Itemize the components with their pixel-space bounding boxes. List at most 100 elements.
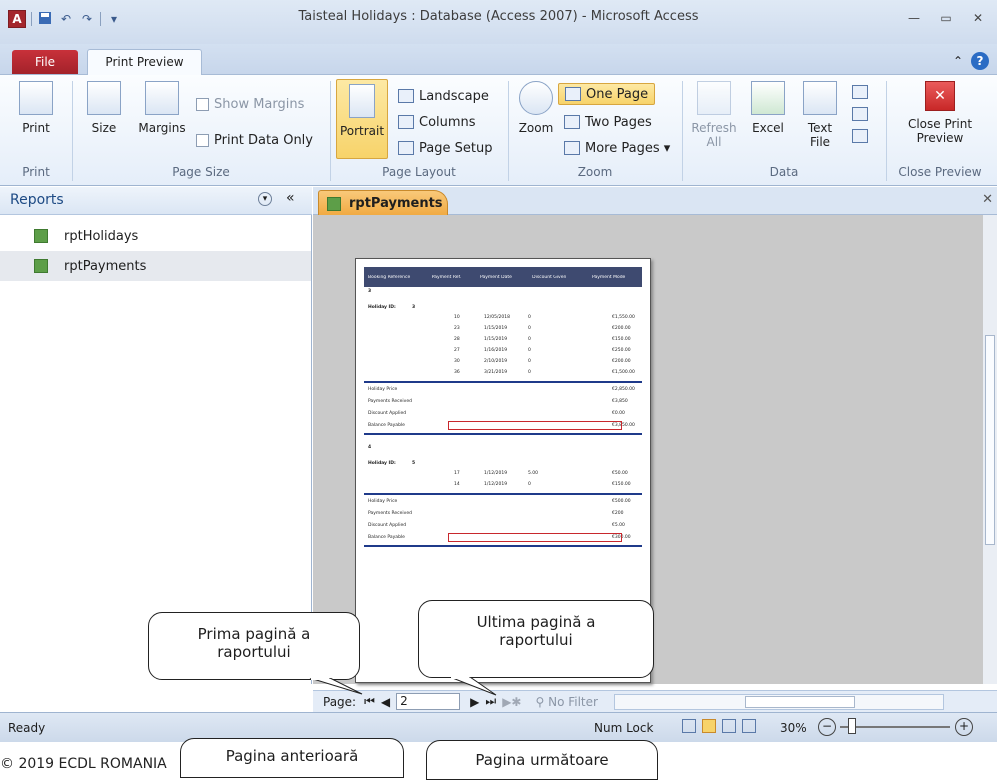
report-text: 10 [454, 315, 460, 320]
report-text: 0 [528, 359, 531, 364]
report-view-icon[interactable] [682, 719, 696, 733]
layout-view-icon[interactable] [722, 719, 736, 733]
margins-button[interactable]: Margins [136, 81, 188, 135]
print-button[interactable]: Print [14, 81, 58, 135]
report-text: €500.00 [612, 499, 631, 504]
zoom-label: Zoom [518, 121, 554, 135]
excel-button[interactable]: Excel [746, 81, 790, 135]
two-pages-icon [564, 115, 580, 129]
scroll-thumb[interactable] [985, 335, 995, 545]
page-size-icon [87, 81, 121, 115]
report-text: 3/21/2019 [484, 370, 508, 375]
one-page-button[interactable]: One Page [558, 83, 656, 105]
print-button-label: Print [22, 121, 50, 135]
previous-page-button[interactable]: ◀ [381, 695, 390, 709]
print-data-only-checkbox[interactable]: Print Data Only [196, 129, 313, 151]
report-text: €1,500.00 [612, 370, 635, 375]
landscape-icon [398, 89, 414, 103]
close-print-preview-button[interactable]: ✕ Close Print Preview [894, 81, 986, 145]
two-pages-button[interactable]: Two Pages [564, 111, 652, 133]
divider [72, 81, 73, 181]
nav-item-rptpayments[interactable]: rptPayments [0, 251, 311, 281]
help-icon[interactable]: ? [971, 52, 989, 70]
collapse-ribbon-icon[interactable]: ⌃ [953, 54, 963, 68]
text-file-label-2: File [809, 135, 831, 149]
balance-box [448, 533, 622, 542]
text-file-button[interactable]: Text File [798, 81, 842, 149]
group-label-data: Data [769, 165, 799, 179]
refresh-label-2: All [706, 135, 722, 149]
pdf-xps-icon[interactable] [852, 107, 868, 121]
zoom-slider-thumb[interactable] [848, 718, 856, 734]
nav-menu-chevron-icon[interactable]: ▾ [258, 192, 272, 206]
columns-button[interactable]: Columns [398, 111, 476, 133]
report-text: €200.00 [612, 359, 631, 364]
print-preview-icon[interactable] [702, 719, 716, 733]
magnifier-icon [519, 81, 553, 115]
divider [330, 81, 331, 181]
email-icon[interactable] [852, 85, 868, 99]
report-text: Holiday Price [368, 387, 398, 392]
zoom-slider[interactable] [840, 726, 950, 728]
filter-indicator[interactable]: ⚲ No Filter [535, 695, 597, 709]
report-text: 1/16/2019 [484, 348, 508, 353]
divider [682, 81, 683, 181]
report-text: Balance Payable [368, 535, 405, 540]
restore-button[interactable]: ▭ [933, 8, 959, 28]
report-column-header: Payment Ref. [431, 274, 462, 280]
divider [886, 81, 887, 181]
vertical-scrollbar[interactable] [983, 215, 997, 684]
tab-file[interactable]: File [12, 50, 78, 74]
report-icon [34, 229, 48, 243]
scroll-thumb[interactable] [744, 695, 855, 708]
portrait-button[interactable]: Portrait [336, 79, 388, 159]
report-text: 3 [368, 289, 372, 294]
design-view-icon[interactable] [742, 719, 756, 733]
refresh-all-button[interactable]: Refresh All [688, 81, 740, 149]
tab-rptpayments[interactable]: rptPayments [318, 190, 448, 216]
shutter-bar-icon[interactable]: « [286, 190, 295, 206]
page-setup-button[interactable]: Page Setup [398, 137, 492, 159]
more-pages-label: More Pages ▾ [585, 140, 671, 156]
nav-item-rptholidays[interactable]: rptHolidays [0, 221, 311, 251]
report-text: €2,850.00 [612, 387, 635, 392]
zoom-button[interactable]: Zoom [514, 81, 558, 135]
report-text: 1/15/2019 [484, 326, 508, 331]
close-button[interactable]: ✕ [965, 8, 991, 28]
report-text: €250.00 [612, 348, 631, 353]
size-button[interactable]: Size [82, 81, 126, 135]
tab-print-preview[interactable]: Print Preview [87, 49, 202, 75]
checkbox-icon [196, 97, 209, 111]
nav-item-label: rptPayments [64, 258, 147, 274]
report-text: €200 [612, 511, 624, 516]
text-file-label: Text [807, 121, 833, 135]
horizontal-scrollbar[interactable] [613, 693, 944, 710]
more-export-icon[interactable] [852, 129, 868, 143]
zoom-in-button[interactable]: + [955, 718, 973, 736]
report-icon [34, 259, 48, 273]
columns-label: Columns [419, 114, 476, 130]
report-text: Discount Applied [368, 523, 407, 528]
landscape-button[interactable]: Landscape [398, 85, 489, 107]
num-lock-indicator: Num Lock [594, 721, 654, 735]
two-pages-label: Two Pages [585, 114, 652, 130]
one-page-label: One Page [586, 86, 649, 102]
more-pages-button[interactable]: More Pages ▾ [564, 137, 670, 159]
print-data-only-label: Print Data Only [214, 132, 313, 148]
nav-pane-title: Reports [10, 192, 64, 208]
report-text: 4 [368, 445, 372, 450]
printer-icon [19, 81, 53, 115]
group-label-page-size: Page Size [172, 165, 230, 179]
minimize-button[interactable]: — [901, 8, 927, 28]
report-text: Balance Payable [368, 423, 405, 428]
report-rule [364, 381, 642, 383]
report-text: 2/10/2019 [484, 359, 508, 364]
close-document-icon[interactable]: ✕ [982, 192, 993, 207]
zoom-out-button[interactable]: − [818, 718, 836, 736]
help-controls: ⌃ ? [953, 52, 989, 70]
report-text: 28 [454, 337, 460, 342]
report-text: 23 [454, 326, 460, 331]
nav-pane-header[interactable]: Reports ▾ « [0, 187, 312, 215]
window-controls: — ▭ ✕ [901, 8, 991, 28]
show-margins-checkbox[interactable]: Show Margins [196, 93, 304, 115]
